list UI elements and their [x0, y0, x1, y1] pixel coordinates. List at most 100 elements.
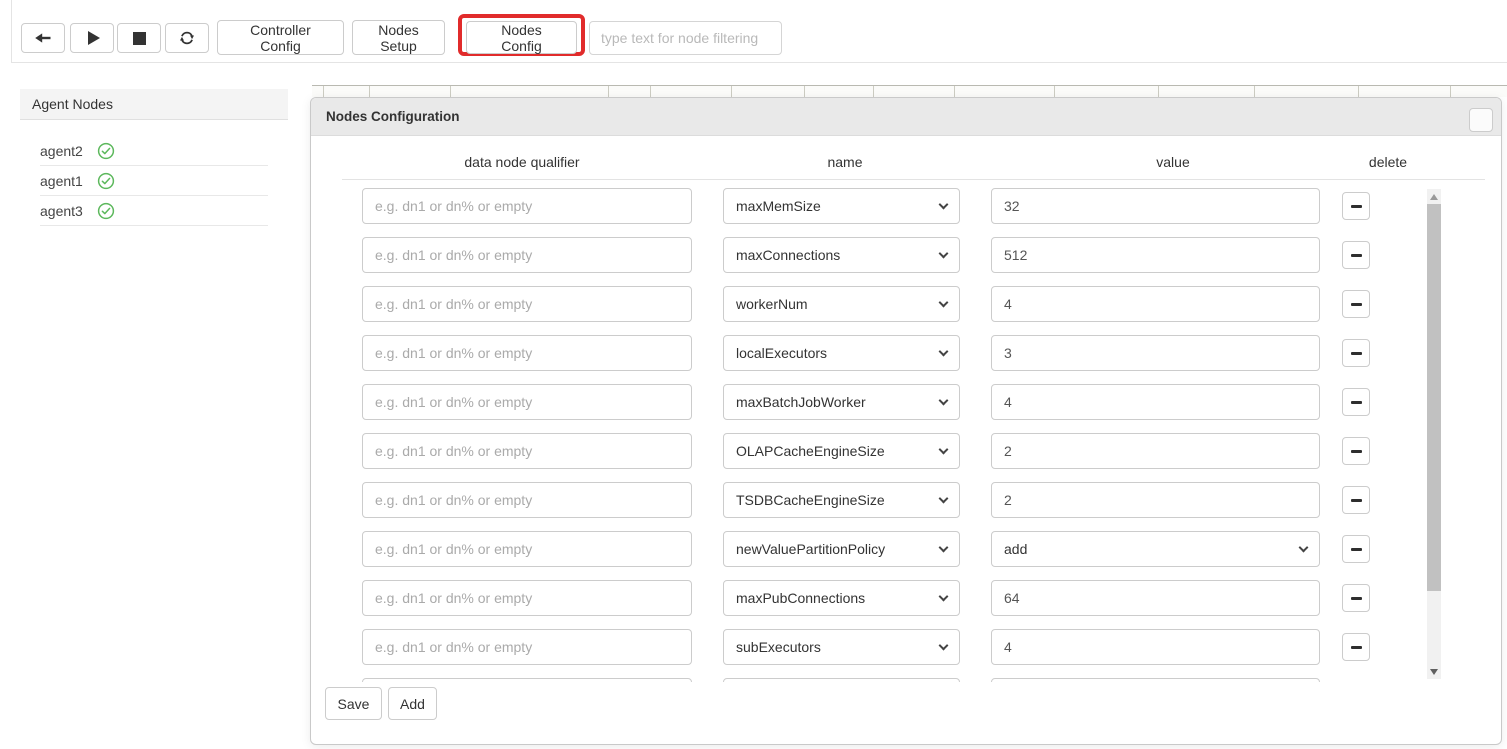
scroll-up-button[interactable] [1427, 189, 1441, 204]
minus-icon [1351, 352, 1362, 355]
tab-controller-config[interactable]: Controller Config [217, 20, 344, 55]
value-input[interactable] [991, 678, 1320, 682]
add-button[interactable]: Add [388, 687, 437, 720]
name-select[interactable]: OLAPCacheEngineSize [723, 433, 960, 469]
tab-nodes-config[interactable]: Nodes Config [466, 21, 577, 54]
agent-list: agent2 agent1agent3 [40, 136, 268, 226]
qualifier-input[interactable] [362, 678, 692, 682]
run-button[interactable] [70, 23, 114, 53]
name-select[interactable]: maxMemSize [723, 188, 960, 224]
minus-icon [1351, 205, 1362, 208]
delete-row-button[interactable] [1342, 241, 1370, 269]
qualifier-input[interactable] [362, 188, 692, 224]
modal-title: Nodes Configuration [311, 98, 1501, 136]
node-filter-input[interactable] [589, 21, 782, 55]
agent-item-agent2[interactable]: agent2 [40, 136, 268, 166]
name-select[interactable]: maxBatchJobWorker [723, 384, 960, 420]
config-row: maxMemSize [311, 188, 1503, 224]
value-input[interactable] [991, 580, 1320, 616]
name-select[interactable]: newValuePartitionPolicy [723, 531, 960, 567]
delete-row-button[interactable] [1342, 633, 1370, 661]
tab-nodes-setup[interactable]: Nodes Setup [352, 20, 445, 55]
refresh-button[interactable] [165, 23, 209, 53]
nodes-configuration-modal: Nodes Configuration data node qualifier … [310, 97, 1502, 745]
column-header-qualifier: data node qualifier [464, 154, 579, 170]
delete-row-button[interactable] [1342, 388, 1370, 416]
agent-item-agent1[interactable]: agent1 [40, 166, 268, 196]
back-button[interactable] [21, 23, 65, 53]
value-input[interactable] [991, 433, 1320, 469]
chevron-down-icon [939, 297, 949, 307]
minus-icon [1351, 401, 1362, 404]
value-input[interactable] [991, 384, 1320, 420]
scrollbar-thumb[interactable] [1427, 204, 1441, 591]
agent-name: agent2 [40, 143, 83, 159]
value-input[interactable] [991, 629, 1320, 665]
delete-row-button[interactable] [1342, 486, 1370, 514]
column-header-value: value [1156, 154, 1189, 170]
config-row: maxConnections [311, 237, 1503, 273]
delete-row-button[interactable] [1342, 192, 1370, 220]
name-select[interactable]: maxConnections [723, 237, 960, 273]
column-header-delete: delete [1369, 154, 1407, 170]
delete-row-button[interactable] [1342, 535, 1370, 563]
toolbar-separator [11, 62, 1507, 63]
chevron-down-icon [939, 542, 949, 552]
qualifier-input[interactable] [362, 531, 692, 567]
qualifier-input[interactable] [362, 237, 692, 273]
minus-icon [1351, 254, 1362, 257]
name-select[interactable]: localExecutors [723, 335, 960, 371]
delete-row-button[interactable] [1342, 437, 1370, 465]
config-row: TSDBCacheEngineSize [311, 482, 1503, 518]
agent-nodes-header: Agent Nodes [20, 89, 288, 120]
chevron-down-icon [939, 346, 949, 356]
qualifier-input[interactable] [362, 335, 692, 371]
config-row: maxBatchJobWorker [311, 384, 1503, 420]
qualifier-input[interactable] [362, 384, 692, 420]
value-input[interactable] [991, 482, 1320, 518]
name-select[interactable]: subExecutors [723, 629, 960, 665]
value-input[interactable] [991, 286, 1320, 322]
rows-scrollbar[interactable] [1427, 189, 1441, 679]
chevron-down-icon [939, 640, 949, 650]
delete-row-button[interactable] [1342, 584, 1370, 612]
value-input[interactable] [991, 335, 1320, 371]
value-input[interactable] [991, 188, 1320, 224]
triangle-up-icon [1430, 194, 1438, 200]
chevron-down-icon [939, 493, 949, 503]
minus-icon [1351, 303, 1362, 306]
name-select[interactable]: maxPubConnections [723, 580, 960, 616]
check-circle-icon [97, 172, 115, 190]
qualifier-input[interactable] [362, 580, 692, 616]
name-select[interactable] [723, 678, 960, 682]
qualifier-input[interactable] [362, 286, 692, 322]
qualifier-input[interactable] [362, 629, 692, 665]
agent-item-agent3[interactable]: agent3 [40, 196, 268, 226]
play-icon [88, 31, 100, 45]
value-input[interactable] [991, 237, 1320, 273]
save-button[interactable]: Save [325, 687, 382, 720]
modal-close-button[interactable] [1469, 108, 1493, 132]
check-circle-icon [97, 202, 115, 220]
qualifier-input[interactable] [362, 433, 692, 469]
name-select[interactable]: workerNum [723, 286, 960, 322]
config-row: maxPubConnections [311, 580, 1503, 616]
chevron-down-icon [939, 591, 949, 601]
stop-button[interactable] [117, 23, 161, 53]
stop-icon [133, 32, 146, 45]
chevron-down-icon [939, 444, 949, 454]
chevron-down-icon [939, 199, 949, 209]
scroll-down-button[interactable] [1427, 664, 1441, 679]
qualifier-input[interactable] [362, 482, 692, 518]
config-row: newValuePartitionPolicy add [311, 531, 1503, 567]
minus-icon [1351, 646, 1362, 649]
delete-row-button[interactable] [1342, 339, 1370, 367]
delete-row-button[interactable] [1342, 290, 1370, 318]
name-select[interactable]: TSDBCacheEngineSize [723, 482, 960, 518]
background-table-strip [312, 85, 1507, 97]
chevron-down-icon [939, 248, 949, 258]
value-select[interactable]: add [991, 531, 1320, 567]
minus-icon [1351, 499, 1362, 502]
app-screen: Controller Config Nodes Setup Nodes Conf… [0, 0, 1507, 749]
check-circle-icon [97, 142, 115, 160]
